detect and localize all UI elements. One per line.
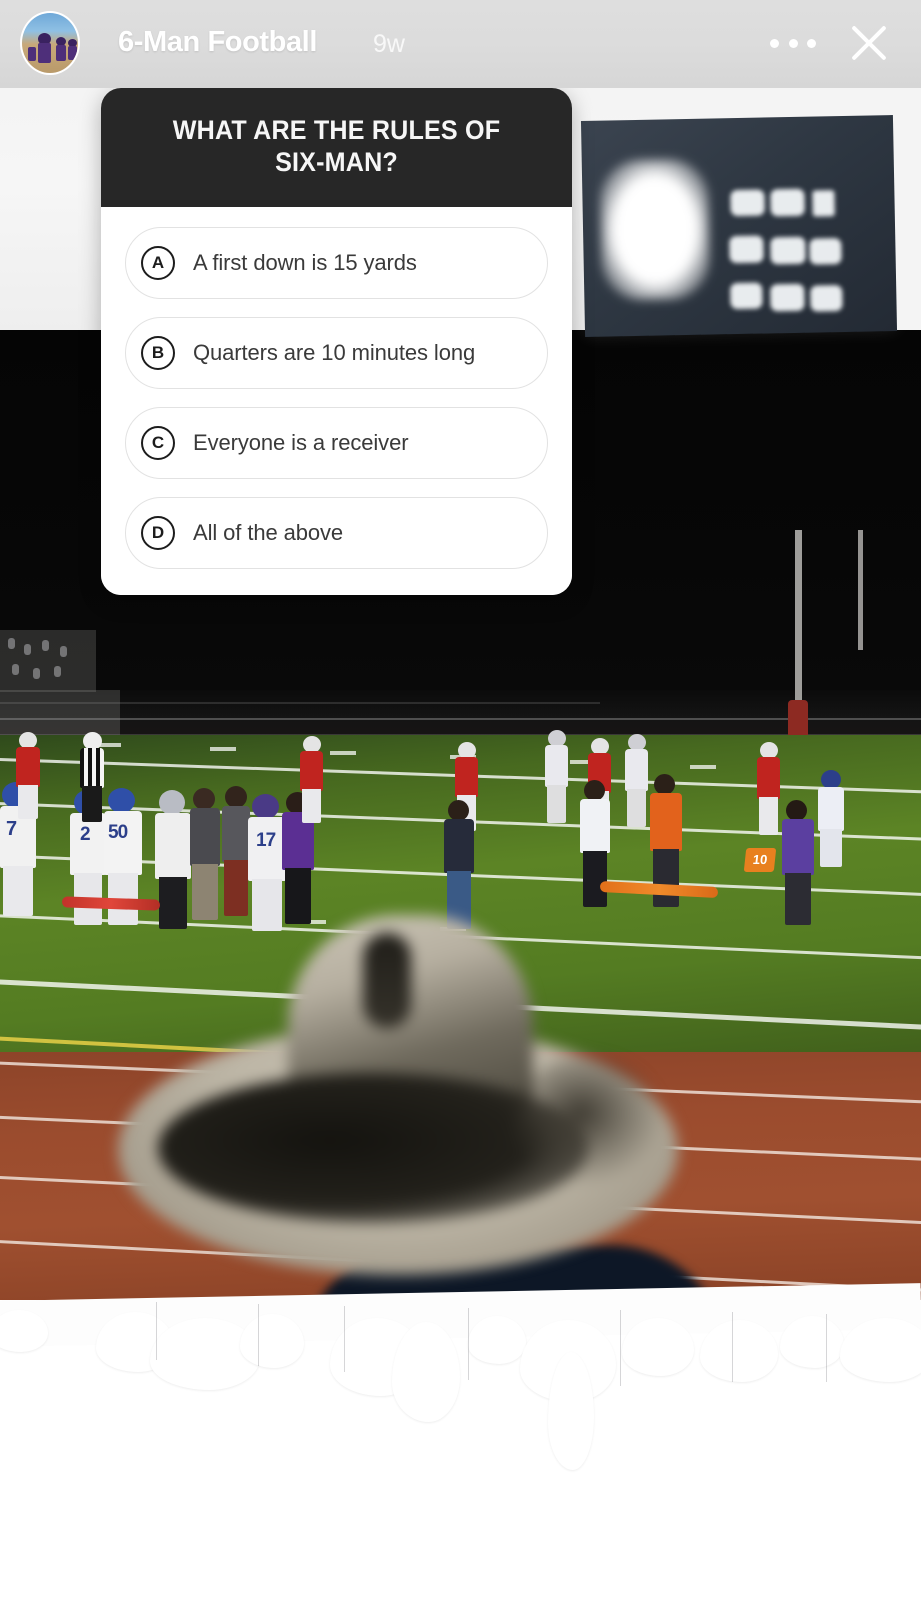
- tear-crease: [468, 1308, 469, 1380]
- close-icon[interactable]: [843, 18, 893, 68]
- yard-marker-label: 10: [752, 852, 769, 867]
- tear-blob: [468, 1316, 526, 1364]
- tear-blob: [240, 1314, 304, 1368]
- tear-blob: [548, 1352, 594, 1470]
- quiz-option-c[interactable]: C Everyone is a receiver: [125, 407, 548, 479]
- ellipsis-icon[interactable]: [770, 30, 816, 56]
- cowboy-hat: [118, 905, 678, 1295]
- hat-side-dent: [513, 1055, 663, 1185]
- crowd-figure: [33, 668, 40, 679]
- quiz-question-header: What are the rules of six-man?: [101, 88, 572, 207]
- story-header-bar: 6-Man Football 9w: [0, 0, 921, 88]
- option-text-c: Everyone is a receiver: [193, 430, 409, 455]
- quiz-option-a[interactable]: A A first down is 15 yards: [125, 227, 548, 299]
- crowd-figure: [12, 664, 19, 675]
- crowd-figure: [54, 666, 61, 677]
- tear-crease: [620, 1310, 621, 1386]
- option-letter-c: C: [141, 426, 175, 460]
- crowd-figure: [42, 640, 49, 651]
- tear-crease: [732, 1312, 733, 1382]
- scoreboard-digit: [770, 236, 806, 265]
- jersey-number: 7: [6, 818, 17, 840]
- tear-crease: [258, 1304, 259, 1366]
- quiz-sticker: What are the rules of six-man? A A first…: [101, 88, 572, 595]
- option-letter-a: A: [141, 246, 175, 280]
- scoreboard: [580, 115, 898, 337]
- scoreboard-digit: [810, 285, 843, 312]
- tear-blob: [622, 1318, 694, 1376]
- jersey-number: 50: [108, 822, 128, 843]
- quiz-options-list: A A first down is 15 yards B Quarters ar…: [101, 207, 572, 595]
- tear-crease: [344, 1306, 345, 1372]
- profile-avatar[interactable]: [20, 11, 80, 75]
- jersey-number: 2: [80, 824, 91, 845]
- hash-mark: [690, 765, 716, 769]
- scoreboard-digit: [812, 190, 835, 217]
- account-name[interactable]: 6-Man Football: [118, 26, 317, 59]
- torn-paper-edge: [0, 1283, 921, 1470]
- option-letter-b: B: [141, 336, 175, 370]
- crowd-figure: [8, 638, 15, 649]
- quiz-question-text: What are the rules of six-man?: [172, 115, 501, 177]
- scoreboard-digit: [730, 189, 765, 217]
- scoreboard-digit: [770, 188, 805, 217]
- tear-blob: [780, 1316, 844, 1368]
- goalpost-arm: [858, 530, 863, 650]
- scoreboard-digit: [770, 283, 805, 312]
- option-letter-d: D: [141, 516, 175, 550]
- story-screen: 7 2 50 17 10 6-Man Football 9w WHAT ARE …: [0, 0, 921, 1600]
- tear-crease: [826, 1314, 827, 1382]
- yard-down-marker: 10: [743, 848, 777, 872]
- story-timestamp: 9w: [373, 30, 405, 58]
- bleacher-section: [0, 690, 120, 736]
- option-text-d: All of the above: [193, 520, 344, 545]
- jersey-number: 17: [256, 830, 276, 851]
- fence-rail: [0, 718, 921, 720]
- tear-blob: [700, 1320, 778, 1382]
- tear-crease: [156, 1302, 157, 1360]
- fence-rail: [0, 702, 600, 704]
- scoreboard-floodlight-glow: [599, 158, 711, 301]
- option-text-a: A first down is 15 yards: [193, 250, 417, 275]
- scoreboard-digit: [809, 238, 842, 265]
- hash-mark: [210, 747, 236, 751]
- quiz-option-b[interactable]: B Quarters are 10 minutes long: [125, 317, 548, 389]
- scoreboard-digit: [729, 235, 764, 264]
- crowd-figure: [24, 644, 31, 655]
- tear-blob: [392, 1322, 460, 1422]
- quiz-option-d[interactable]: D All of the above: [125, 497, 548, 569]
- hat-crease: [363, 933, 411, 1028]
- option-text-b: Quarters are 10 minutes long: [193, 340, 476, 365]
- scoreboard-digit: [730, 282, 763, 310]
- crowd-figure: [60, 646, 67, 657]
- hash-mark: [330, 751, 356, 755]
